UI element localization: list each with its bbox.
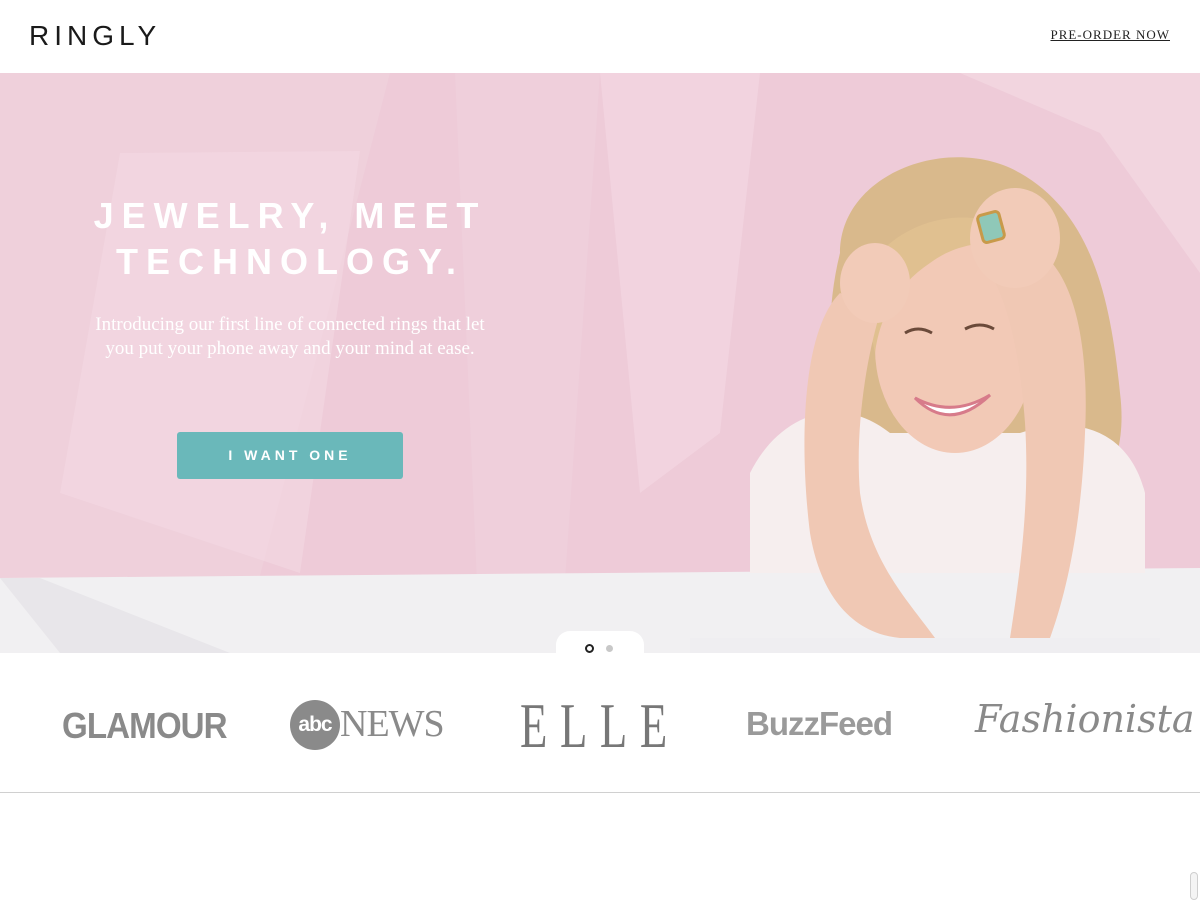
abc-news-wordmark: NEWS [340,703,445,745]
hero-title: JEWELRY, MEET TECHNOLOGY. [60,193,520,285]
hero-title-line-2: TECHNOLOGY. [115,241,464,282]
abc-news-logo: abc NEWS [290,698,455,750]
hero-subtitle: Introducing our first line of connected … [95,314,485,359]
scrollbar[interactable] [1190,872,1198,900]
i-want-one-button[interactable]: I WANT ONE [177,432,403,479]
glamour-logo: GLAMOUR [62,705,228,746]
preorder-now-link[interactable]: PRE-ORDER NOW [1050,27,1170,43]
elle-logo: ELLE [520,690,680,761]
slider-dot-2[interactable] [606,645,613,652]
fashionista-logo: Fashionista [975,697,1195,741]
ringly-logo[interactable]: RINGLY [29,20,161,52]
model-photo [690,157,1160,653]
buzzfeed-logo: BuzzFeed [746,705,893,742]
slider-dot-1[interactable] [585,644,594,653]
press-logos-strip: GLAMOUR abc NEWS ELLE BuzzFeed Fashionis… [0,653,1200,793]
hero-banner: JEWELRY, MEET TECHNOLOGY. Introducing ou… [0,73,1200,653]
abc-circle-mark: abc [290,700,340,750]
hero-title-line-1: JEWELRY, MEET [93,195,487,236]
site-header: RINGLY PRE-ORDER NOW [0,0,1200,73]
